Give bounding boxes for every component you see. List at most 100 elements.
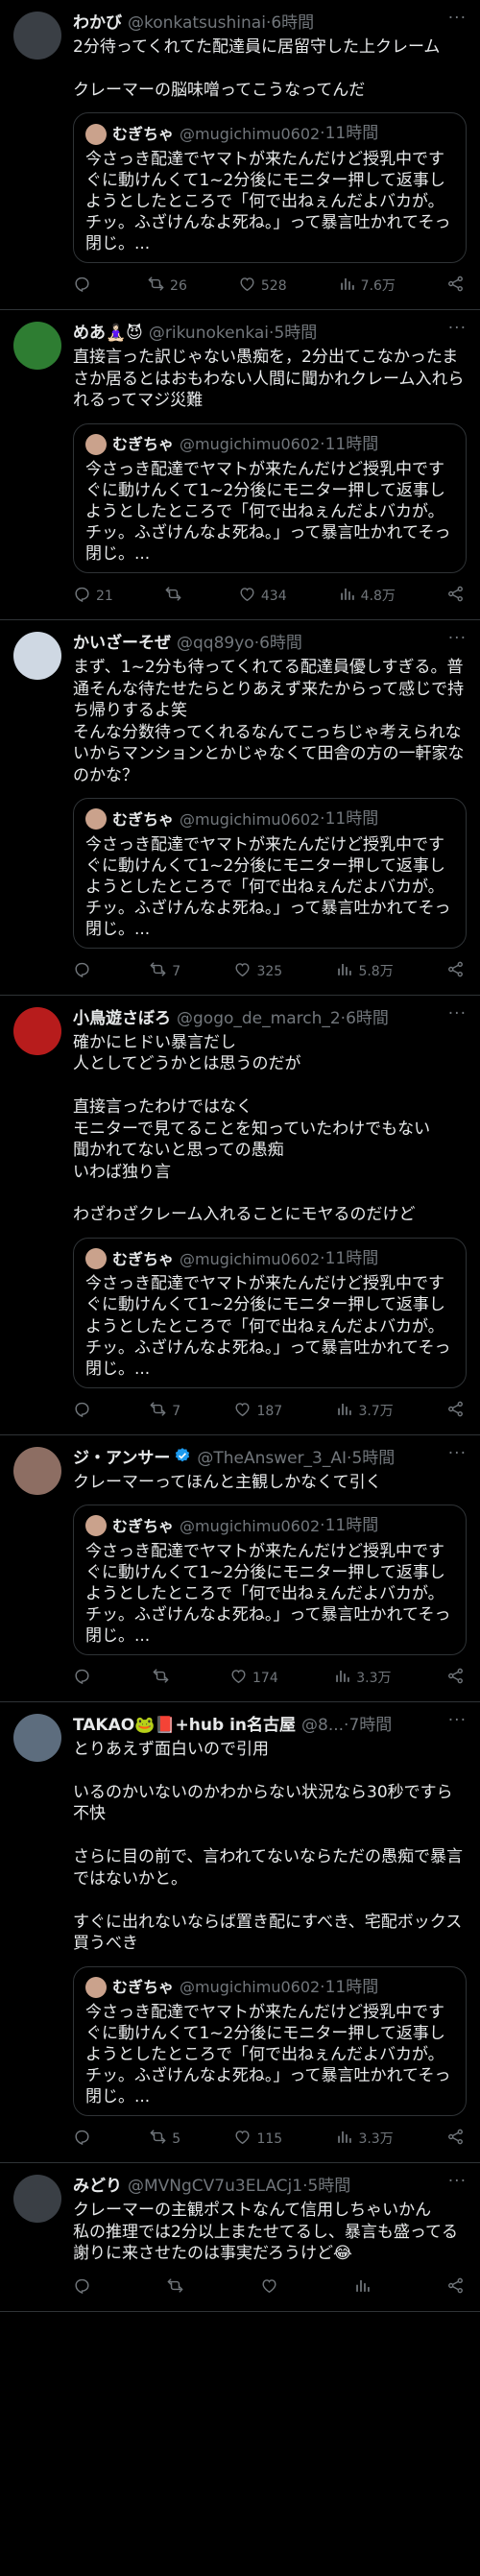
tweet-text: 2分待ってくれてた配達員に居留守した上クレーム クレーマーの脳味噌ってこうなって…: [73, 37, 441, 100]
timestamp[interactable]: 5時間: [307, 2176, 350, 2197]
more-options-icon[interactable]: ···: [448, 1003, 467, 1024]
retweet-button[interactable]: 5: [149, 2128, 180, 2151]
author-handle[interactable]: @8...: [301, 1715, 344, 1736]
tweet-content: かいざーそぜ @qq89yo · 6時間 ··· まず、1~2分も待ってくれてる配達員優し…: [73, 629, 467, 995]
retweet-button[interactable]: [164, 585, 187, 608]
author-name[interactable]: わかび: [73, 12, 122, 34]
timestamp[interactable]: 5時間: [274, 323, 317, 344]
author-handle[interactable]: @gogo_de_march_2: [177, 1008, 341, 1029]
bar-chart-icon: [338, 275, 356, 298]
avatar[interactable]: [13, 322, 61, 371]
quoted-tweet-header: むぎちゃ @mugichimu0602 · 11時間: [85, 1515, 454, 1537]
quoted-tweet[interactable]: むぎちゃ @mugichimu0602 · 11時間 今さっき配達でヤマトが来たんだけど…: [73, 798, 467, 949]
views-button[interactable]: 3.3万: [333, 1667, 392, 1690]
more-options-icon[interactable]: ···: [448, 628, 467, 649]
author-handle[interactable]: @qq89yo: [177, 633, 254, 654]
reply-tweet[interactable]: TAKAO🐸📕+hub in名古屋 @8... · 7時間 ··· とりあえず面白いので引…: [0, 1702, 480, 2164]
avatar[interactable]: [13, 1446, 61, 1495]
quoted-tweet[interactable]: むぎちゃ @mugichimu0602 · 11時間 今さっき配達でヤマトが来たんだけど…: [73, 422, 467, 574]
avatar[interactable]: [13, 12, 61, 60]
quoted-tweet-header: むぎちゃ @mugichimu0602 · 11時間: [85, 1248, 454, 1270]
reply-button[interactable]: [73, 1667, 96, 1690]
reply-tweet[interactable]: めあ🧘🏻‍♀️😈 @rikunokenkai · 5時間 ··· 直接言った訳じゃない愚痴…: [0, 310, 480, 621]
author-handle[interactable]: @rikunokenkai: [149, 323, 269, 344]
views-button[interactable]: 3.7万: [335, 1400, 394, 1423]
quoted-tweet[interactable]: むぎちゃ @mugichimu0602 · 11時間 今さっき配達でヤマトが来たんだけど…: [73, 1505, 467, 1656]
reply-button[interactable]: [73, 2128, 96, 2151]
author-name[interactable]: みどり: [73, 2176, 122, 2197]
like-button[interactable]: [260, 2276, 283, 2299]
like-button[interactable]: 174: [229, 1667, 278, 1690]
avatar[interactable]: [13, 2175, 61, 2224]
like-button[interactable]: 325: [233, 960, 282, 983]
avatar[interactable]: [13, 1006, 61, 1055]
retweet-button[interactable]: 7: [149, 960, 180, 983]
retweet-button[interactable]: [152, 1667, 175, 1690]
reply-button[interactable]: [73, 275, 96, 298]
share-button[interactable]: [446, 1667, 465, 1690]
like-button[interactable]: 434: [238, 585, 287, 608]
like-button[interactable]: 528: [238, 275, 287, 298]
share-button[interactable]: [446, 960, 465, 983]
timestamp[interactable]: 6時間: [271, 12, 314, 34]
reply-tweet[interactable]: ジ・アンサー @TheAnswer_3_AI · 5時間 ··· クレーマーってほんと主観…: [0, 1435, 480, 1703]
more-options-icon[interactable]: ···: [448, 318, 467, 339]
author-name[interactable]: TAKAO🐸📕+hub in名古屋: [73, 1715, 296, 1736]
retweet-button[interactable]: 26: [147, 275, 187, 298]
author-handle[interactable]: @TheAnswer_3_AI: [197, 1448, 347, 1469]
share-button[interactable]: [446, 2128, 465, 2151]
retweet-button[interactable]: 7: [149, 1400, 180, 1423]
author-name[interactable]: 小鳥遊さぼろ: [73, 1008, 171, 1029]
share-button[interactable]: [446, 585, 465, 608]
reply-tweet[interactable]: 小鳥遊さぼろ @gogo_de_march_2 · 6時間 ··· 確かにヒドい暴言だし …: [0, 996, 480, 1435]
like-button[interactable]: 115: [233, 2128, 282, 2151]
retweet-button[interactable]: [166, 2276, 189, 2299]
views-button[interactable]: 3.3万: [335, 2128, 394, 2151]
author-name[interactable]: めあ🧘🏻‍♀️😈: [73, 323, 143, 344]
share-button[interactable]: [446, 2276, 465, 2299]
timestamp[interactable]: 7時間: [348, 1715, 392, 1736]
quoted-author-handle: @mugichimu0602: [180, 1249, 321, 1268]
reply-button[interactable]: [73, 960, 96, 983]
views-button[interactable]: [353, 2276, 376, 2299]
retweet-count: 26: [170, 277, 187, 294]
reply-tweet[interactable]: みどり @MVNgCV7u3ELACj1 · 5時間 ··· クレーマーの主観ポストなんて…: [0, 2163, 480, 2312]
avatar[interactable]: [13, 1714, 61, 1763]
views-button[interactable]: 7.6万: [338, 275, 396, 298]
author-handle[interactable]: @MVNgCV7u3ELACj1: [128, 2176, 302, 2197]
views-button[interactable]: 5.8万: [335, 960, 394, 983]
tweet-text: 確かにヒドい暴言だし 人としてどうかとは思うのだが 直接言ったわけではなく モニ…: [73, 1032, 431, 1225]
timestamp[interactable]: 6時間: [259, 633, 302, 654]
view-count: 7.6万: [360, 277, 396, 294]
reply-tweet[interactable]: わかび @konkatsushinai · 6時間 ··· 2分待ってくれてた配達員に居留…: [0, 0, 480, 311]
quoted-tweet[interactable]: むぎちゃ @mugichimu0602 · 11時間 今さっき配達でヤマトが来たんだけど…: [73, 112, 467, 264]
quoted-tweet[interactable]: むぎちゃ @mugichimu0602 · 11時間 今さっき配達でヤマトが来たんだけど…: [73, 1237, 467, 1388]
tweet-actions: 7 325 5.8万: [73, 949, 467, 995]
author-name[interactable]: ジ・アンサー: [73, 1448, 170, 1469]
share-button[interactable]: [446, 275, 465, 298]
timestamp[interactable]: 5時間: [351, 1448, 395, 1469]
retweet-count: 7: [172, 963, 181, 979]
avatar[interactable]: [13, 632, 61, 681]
more-options-icon[interactable]: ···: [448, 8, 467, 29]
quoted-timestamp: 11時間: [324, 809, 379, 830]
quoted-author-handle: @mugichimu0602: [180, 124, 321, 143]
like-button[interactable]: 187: [233, 1400, 282, 1423]
more-options-icon[interactable]: ···: [448, 2171, 467, 2192]
share-icon: [446, 275, 465, 298]
reply-tweet[interactable]: かいざーそぜ @qq89yo · 6時間 ··· まず、1~2分も待ってくれてる配達員優し…: [0, 620, 480, 996]
timestamp[interactable]: 6時間: [346, 1008, 389, 1029]
like-count: 528: [260, 277, 287, 294]
more-options-icon[interactable]: ···: [448, 1443, 467, 1464]
retweet-icon: [166, 2276, 184, 2299]
reply-button[interactable]: 21: [73, 585, 113, 608]
author-name[interactable]: かいざーそぜ: [73, 633, 171, 654]
quoted-tweet[interactable]: むぎちゃ @mugichimu0602 · 11時間 今さっき配達でヤマトが来たんだけど…: [73, 1965, 467, 2117]
views-button[interactable]: 4.8万: [338, 585, 396, 608]
quoted-timestamp: 11時間: [324, 1248, 379, 1268]
more-options-icon[interactable]: ···: [448, 1710, 467, 1731]
author-handle[interactable]: @konkatsushinai: [128, 12, 266, 34]
reply-button[interactable]: [73, 1400, 96, 1423]
reply-button[interactable]: [73, 2276, 96, 2299]
share-button[interactable]: [446, 1400, 465, 1423]
